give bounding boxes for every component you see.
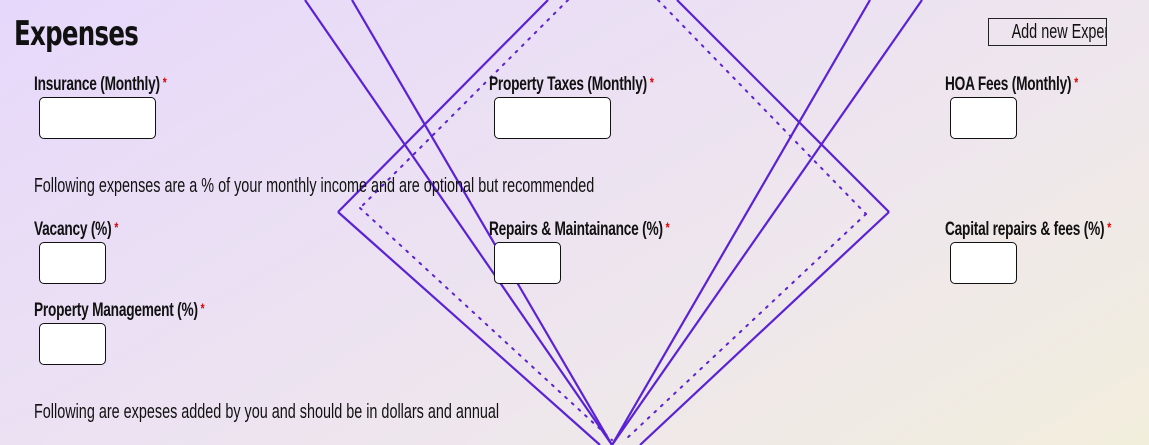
required-marker: * — [200, 300, 205, 316]
capital-repairs-field: Capital repairs & fees (%) * — [945, 219, 1149, 241]
capital-repairs-label: Capital repairs & fees (%) * — [945, 219, 1111, 240]
capital-repairs-input[interactable] — [950, 242, 1017, 284]
vacancy-input[interactable] — [39, 242, 106, 284]
add-new-expense-button[interactable]: Add new Expense — [988, 18, 1107, 46]
required-marker: * — [1107, 219, 1111, 235]
property-taxes-label: Property Taxes (Monthly) * — [489, 74, 654, 95]
insurance-input[interactable] — [39, 97, 156, 139]
property-management-field: Property Management (%) * — [34, 300, 271, 322]
property-taxes-input[interactable] — [494, 97, 611, 139]
custom-expenses-note: Following are expeses added by you and s… — [34, 401, 500, 423]
required-marker: * — [1074, 74, 1078, 90]
hoa-fees-input[interactable] — [950, 97, 1017, 139]
repairs-label: Repairs & Maintainance (%) * — [489, 219, 670, 240]
required-marker: * — [665, 219, 670, 235]
repairs-field: Repairs & Maintainance (%) * — [489, 219, 740, 241]
property-management-input[interactable] — [39, 323, 106, 365]
property-taxes-field: Property Taxes (Monthly) * — [489, 74, 718, 96]
vacancy-field: Vacancy (%) * — [34, 219, 151, 241]
required-marker: * — [114, 219, 119, 235]
insurance-field: Insurance (Monthly) * — [34, 74, 218, 96]
hoa-fees-field: HOA Fees (Monthly) * — [945, 74, 1130, 96]
repairs-input[interactable] — [494, 242, 561, 284]
hoa-fees-label: HOA Fees (Monthly) * — [945, 74, 1078, 95]
property-management-label: Property Management (%) * — [34, 300, 205, 321]
vacancy-label: Vacancy (%) * — [34, 219, 119, 240]
required-marker: * — [649, 74, 654, 90]
insurance-label: Insurance (Monthly) * — [34, 74, 167, 95]
required-marker: * — [162, 74, 167, 90]
percent-expenses-note: Following expenses are a % of your month… — [34, 175, 595, 197]
section-title: Expenses — [14, 14, 139, 54]
